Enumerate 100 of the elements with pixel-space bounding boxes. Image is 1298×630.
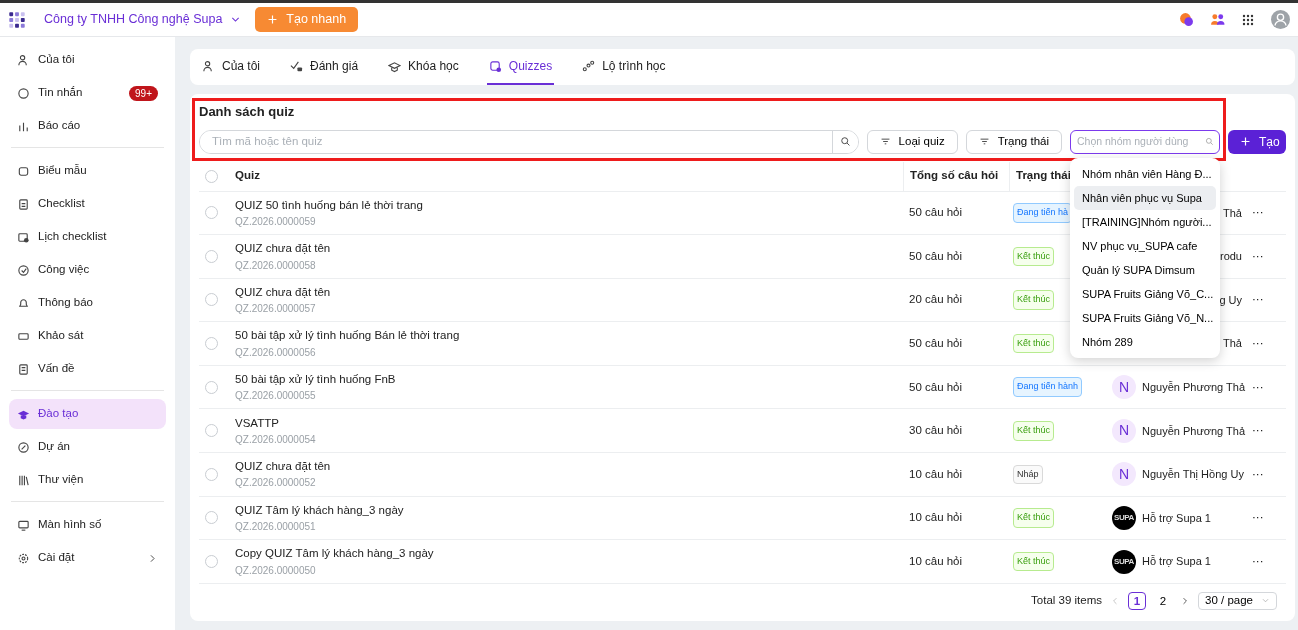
page-button[interactable]: 1 xyxy=(1128,591,1147,610)
status-tag: Đang tiến hành xyxy=(1013,377,1083,397)
row-checkbox[interactable] xyxy=(205,467,218,481)
row-checkbox[interactable] xyxy=(205,249,218,263)
sidebar-item[interactable]: Dự án xyxy=(9,432,166,462)
dropdown-option[interactable]: Nhân viên phục vụ Supa xyxy=(1074,185,1216,210)
plus-icon xyxy=(1240,136,1251,147)
sidebar-item[interactable]: Thư viện xyxy=(9,465,166,495)
count-badge: 99+ xyxy=(129,85,158,101)
table-cell: 50 câu hỏi xyxy=(903,235,1009,279)
sidebar-item[interactable]: Thông báo xyxy=(9,288,166,318)
company-selector[interactable]: Công ty TNHH Công nghệ Supa xyxy=(38,9,248,30)
quiz-code: QZ.2026.0000051 xyxy=(235,520,316,535)
more-button[interactable]: ··· xyxy=(1252,422,1264,440)
create-button[interactable]: Tạo xyxy=(1228,129,1286,154)
quiz-code: QZ.2026.0000059 xyxy=(235,214,316,229)
tab[interactable]: Lộ trình học xyxy=(580,49,668,85)
sidebar-item[interactable]: Tin nhắn 99+ xyxy=(9,78,166,108)
plus-icon xyxy=(267,14,279,25)
more-button[interactable]: ··· xyxy=(1252,465,1264,483)
filter-button[interactable]: Loại quiz xyxy=(866,129,958,154)
dropdown-option[interactable]: SUPA Fruits Giảng Võ_N... xyxy=(1074,305,1216,330)
row-checkbox[interactable] xyxy=(205,293,218,307)
sidebar-item[interactable]: Công việc xyxy=(9,255,166,285)
letter-avatar: N xyxy=(1112,462,1136,487)
quiz-code: QZ.2026.0000050 xyxy=(235,563,316,578)
sidebar-item[interactable]: Lịch checklist xyxy=(9,222,166,252)
more-button[interactable]: ··· xyxy=(1252,334,1264,353)
quiz-code: QZ.2026.0000054 xyxy=(235,432,316,447)
sidebar-item[interactable]: Khảo sát xyxy=(9,321,166,351)
app-menu-icon[interactable] xyxy=(1241,12,1255,27)
row-checkbox[interactable] xyxy=(205,555,218,569)
user-avatar-icon[interactable] xyxy=(1271,10,1290,29)
clipboard-icon xyxy=(17,197,30,211)
row-checkbox[interactable] xyxy=(205,380,218,394)
sidebar-item[interactable]: Đào tạo xyxy=(9,399,166,429)
person-icon xyxy=(202,59,215,73)
creator-name: Hỗ trợ Supa 1 xyxy=(1142,510,1211,526)
panel-title: Danh sách quiz xyxy=(199,103,296,121)
sidebar-item[interactable]: Cài đặt xyxy=(9,543,166,573)
status-tag: Kết thúc xyxy=(1013,246,1055,267)
more-button[interactable]: ··· xyxy=(1252,509,1264,527)
tab[interactable]: Khóa học xyxy=(386,49,461,85)
page-size-select[interactable]: 30 / page xyxy=(1198,591,1277,610)
more-button[interactable]: ··· xyxy=(1252,204,1264,222)
dropdown-option[interactable]: Nhóm nhân viên Hàng Đ... xyxy=(1074,161,1216,186)
group-select[interactable]: Chọn nhóm người dùng xyxy=(1070,129,1220,154)
check-list-icon xyxy=(290,59,304,73)
column-header: Tổng số câu hỏi xyxy=(903,161,1009,192)
quiz-name: QUIZ chưa đặt tên xyxy=(235,284,331,300)
table-cell: 10 câu hỏi xyxy=(903,540,1009,584)
logo-avatar: SUPA xyxy=(1112,505,1136,530)
more-button[interactable]: ··· xyxy=(1252,291,1264,309)
dropdown-option[interactable]: Quản lý SUPA Dimsum xyxy=(1074,257,1216,282)
dropdown-option[interactable]: [TRAINING]Nhóm người... xyxy=(1074,209,1216,234)
search-icon[interactable] xyxy=(839,136,851,147)
sidebar-item[interactable]: Màn hình số xyxy=(9,510,166,540)
creator-name: rodu xyxy=(1219,249,1242,265)
form-icon xyxy=(17,164,30,178)
quiz-code: QZ.2026.0000056 xyxy=(235,345,316,360)
graduation-cap-icon xyxy=(388,59,402,73)
app-grid-logo[interactable] xyxy=(8,10,26,29)
bell-icon xyxy=(17,296,30,310)
dropdown-option[interactable]: Nhóm 289 xyxy=(1074,329,1216,354)
page-button[interactable]: 2 xyxy=(1154,591,1173,610)
quiz-name: QUIZ 50 tình huống bán lẻ thời trang xyxy=(235,197,423,213)
creator-name: g Uy xyxy=(1219,292,1242,308)
row-checkbox[interactable] xyxy=(205,424,218,438)
total-count: Total 39 items xyxy=(1031,593,1103,609)
filter-button[interactable]: Trạng thái xyxy=(965,129,1062,154)
dropdown-option[interactable]: NV phục vụ_SUPA cafe xyxy=(1074,233,1216,258)
sidebar-item[interactable]: Biểu mẫu xyxy=(9,156,166,186)
select-all-checkbox[interactable] xyxy=(205,169,218,183)
table-cell: 10 câu hỏi xyxy=(903,496,1009,541)
more-button[interactable]: ··· xyxy=(1252,247,1264,265)
row-checkbox[interactable] xyxy=(205,337,218,351)
sidebar-item[interactable]: Checklist xyxy=(9,189,166,219)
letter-avatar: N xyxy=(1112,375,1136,400)
table-cell: 20 câu hỏi xyxy=(903,278,1009,323)
more-button[interactable]: ··· xyxy=(1252,552,1264,571)
tab[interactable]: Của tôi xyxy=(200,49,263,85)
row-checkbox[interactable] xyxy=(205,206,218,220)
creator-name: Nguyễn Phương Thả xyxy=(1142,423,1246,439)
creator-name: Thả xyxy=(1223,336,1242,352)
search-icon xyxy=(1205,137,1214,146)
people-icon[interactable] xyxy=(1210,12,1225,27)
tab[interactable]: Đánh giá xyxy=(288,49,361,85)
row-checkbox[interactable] xyxy=(205,511,218,525)
quiz-code: QZ.2026.0000052 xyxy=(235,476,316,491)
sidebar-item[interactable]: Vấn đề xyxy=(9,354,166,384)
sidebar-item[interactable]: Của tôi xyxy=(9,45,166,75)
tab[interactable]: Quizzes xyxy=(486,49,555,85)
quiz-name: VSATTP xyxy=(235,415,279,431)
creator-name: Nguyễn Thị Hồng Uy xyxy=(1142,467,1244,483)
chat-bubble-icon[interactable] xyxy=(1179,12,1194,27)
letter-avatar: N xyxy=(1112,418,1136,443)
sidebar-item[interactable]: Báo cáo xyxy=(9,111,166,141)
more-button[interactable]: ··· xyxy=(1252,378,1264,396)
dropdown-option[interactable]: SUPA Fruits Giảng Võ_C... xyxy=(1074,281,1216,306)
table-cell: 50 câu hỏi xyxy=(903,322,1009,366)
